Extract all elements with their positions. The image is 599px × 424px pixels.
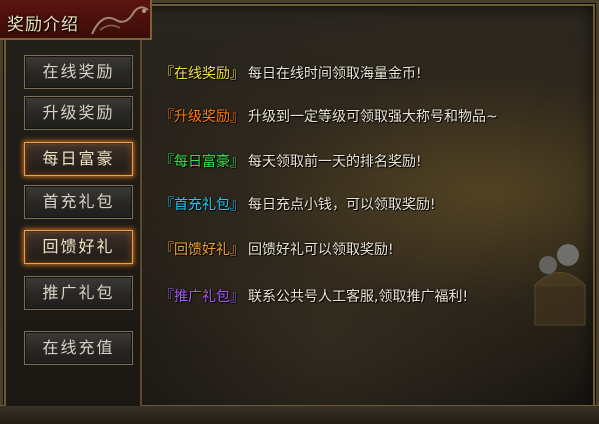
reward-desc: 每日充点小钱，可以领取奖励! [248, 197, 436, 213]
reward-tag: 『在线奖励』 [160, 66, 244, 82]
reward-tag: 『回馈好礼』 [160, 242, 244, 258]
panel-bottom-border [0, 405, 599, 424]
reward-tag: 『升级奖励』 [160, 109, 244, 125]
reward-desc: 回馈好礼可以领取奖励! [248, 242, 394, 258]
reward-row-levelup: 『升级奖励』 升级到一定等级可领取强大称号和物品~ [160, 105, 498, 129]
menu-online-recharge-button[interactable]: 在线充值 [24, 331, 133, 365]
menu-promo-gift-button[interactable]: 推广礼包 [24, 276, 133, 310]
panel-title-tab: 奖励介绍 [0, 0, 152, 40]
reward-desc: 升级到一定等级可领取强大称号和物品~ [248, 109, 498, 125]
reward-row-promo-gift: 『推广礼包』 联系公共号人工客服,领取推广福利! [160, 285, 468, 309]
treasure-decoration [534, 244, 586, 326]
dragon-ornament-icon [91, 6, 149, 35]
reward-tag: 『每日富豪』 [160, 154, 244, 170]
menu-online-reward-button[interactable]: 在线奖励 [24, 55, 133, 89]
reward-row-daily-rich: 『每日富豪』 每天领取前一天的排名奖励! [160, 150, 422, 174]
reward-row-feedback-gift: 『回馈好礼』 回馈好礼可以领取奖励! [160, 238, 394, 262]
menu-daily-rich-button[interactable]: 每日富豪 [24, 142, 133, 176]
reward-tag: 『首充礼包』 [160, 197, 244, 213]
reward-row-first-recharge: 『首充礼包』 每日充点小钱，可以领取奖励! [160, 193, 436, 217]
menu-feedback-gift-button[interactable]: 回馈好礼 [24, 230, 133, 264]
reward-tag: 『推广礼包』 [160, 289, 244, 305]
menu-first-recharge-button[interactable]: 首充礼包 [24, 185, 133, 219]
reward-menu: 在线奖励 升级奖励 每日富豪 首充礼包 回馈好礼 推广礼包 在线充值 [6, 40, 142, 406]
reward-desc: 联系公共号人工客服,领取推广福利! [248, 289, 469, 305]
reward-desc: 每天领取前一天的排名奖励! [248, 154, 422, 170]
panel-title: 奖励介绍 [7, 15, 79, 35]
menu-levelup-reward-button[interactable]: 升级奖励 [24, 96, 133, 130]
reward-desc: 每日在线时间领取海量金币! [248, 66, 422, 82]
reward-row-online: 『在线奖励』 每日在线时间领取海量金币! [160, 62, 422, 86]
